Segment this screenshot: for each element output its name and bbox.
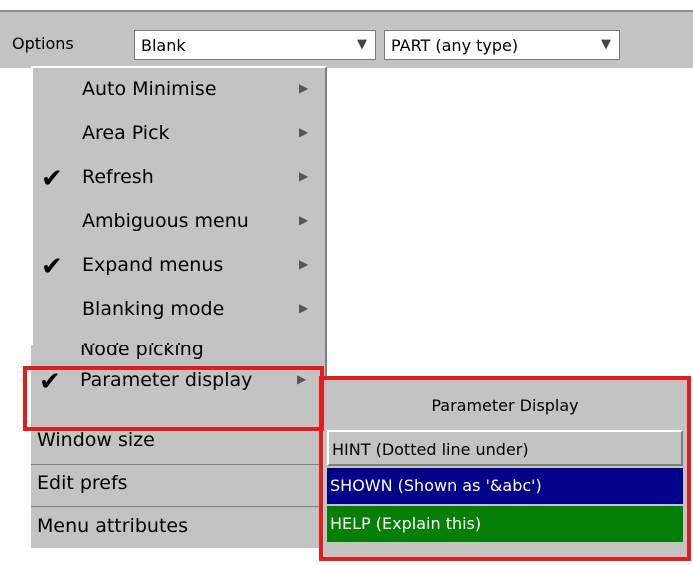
submenu-arrow-icon: ▶: [299, 257, 309, 271]
option-help[interactable]: HELP (Explain this): [327, 506, 683, 542]
option-hint[interactable]: HINT (Dotted line under): [327, 430, 683, 466]
submenu-arrow-icon: ▶: [299, 81, 309, 95]
menu-item-label: Ambiguous menu: [82, 210, 249, 232]
menu-item-parameter-display[interactable]: ✔ Parameter display ▶: [31, 359, 323, 403]
menu-item-label: Parameter display: [80, 369, 253, 391]
checkmark-icon: ✔: [41, 164, 63, 194]
menu-item-area-pick[interactable]: Area Pick ▶: [33, 112, 325, 156]
menu-item-menu-attributes[interactable]: Menu attributes: [31, 506, 323, 548]
menu-item-edit-prefs[interactable]: Edit prefs: [31, 464, 323, 506]
blank-dropdown-value: Blank: [141, 36, 186, 55]
menu-item-ambiguous-menu[interactable]: Ambiguous menu ▶: [33, 200, 325, 244]
menu-item-label: Refresh: [82, 166, 154, 188]
menu-item-label: Menu attributes: [37, 515, 188, 537]
part-type-dropdown[interactable]: PART (any type) ▼: [384, 30, 620, 60]
menu-item-label: Edit prefs: [37, 472, 128, 494]
menu-item-label: Node picking: [80, 345, 204, 360]
options-menu-button[interactable]: Options: [12, 34, 74, 53]
toolbar: Options Blank ▼ PART (any type) ▼: [0, 10, 693, 68]
submenu-arrow-icon: ▶: [299, 301, 309, 315]
blank-dropdown[interactable]: Blank ▼: [134, 30, 376, 60]
top-strip: [0, 0, 693, 10]
dropdown-arrow-icon: ▼: [357, 37, 367, 52]
checkmark-icon: ✔: [39, 367, 61, 397]
dropdown-arrow-icon: ▼: [601, 37, 611, 52]
submenu-arrow-icon: ▶: [297, 372, 307, 386]
menu-item-label: Window size: [37, 429, 155, 451]
part-type-dropdown-value: PART (any type): [391, 36, 519, 55]
submenu-arrow-icon: ▶: [299, 125, 309, 139]
menu-item-auto-minimise[interactable]: Auto Minimise ▶: [33, 68, 325, 112]
submenu-title: Parameter Display: [431, 396, 579, 415]
menu-item-refresh[interactable]: ✔ Refresh ▶: [33, 156, 325, 200]
menu-item-expand-menus[interactable]: ✔ Expand menus ▶: [33, 244, 325, 288]
option-shown[interactable]: SHOWN (Shown as '&abc'): [327, 468, 683, 504]
submenu-arrow-icon: ▶: [299, 169, 309, 183]
menu-item-label: Area Pick: [82, 122, 170, 144]
menu-item-blanking-mode[interactable]: Blanking mode ▶: [33, 288, 325, 332]
submenu-arrow-icon: ▶: [299, 213, 309, 227]
menu-item-window-size[interactable]: Window size: [31, 424, 323, 466]
menu-item-label: Blanking mode: [82, 298, 225, 320]
parameter-display-submenu: Parameter Display HINT (Dotted line unde…: [323, 380, 687, 557]
menu-item-label: Expand menus: [82, 254, 224, 276]
options-menu: Auto Minimise ▶ Area Pick ▶ ✔ Refresh ▶ …: [31, 66, 327, 347]
menu-item-label: Auto Minimise: [82, 78, 217, 100]
checkmark-icon: ✔: [41, 252, 63, 282]
